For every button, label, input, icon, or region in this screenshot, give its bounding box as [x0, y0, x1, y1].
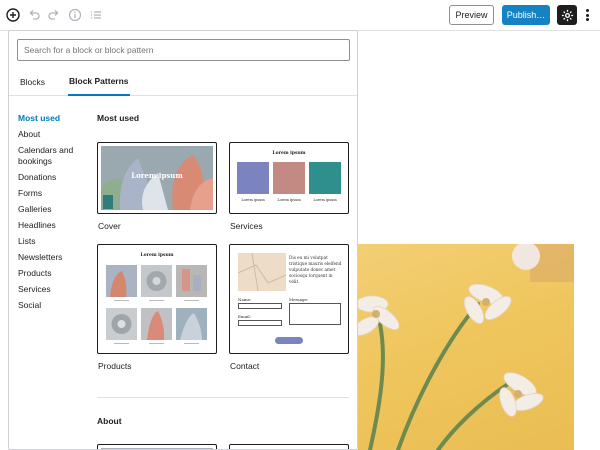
block-inserter-panel: Search for a block or block pattern Bloc…: [8, 30, 358, 450]
contact-preview-text: Dis eu mi volutpat tristique mauris elei…: [289, 255, 342, 284]
pattern-card-products[interactable]: Lorem ipsum: [97, 244, 217, 354]
category-forms[interactable]: Forms: [18, 188, 88, 199]
section-divider: [97, 397, 349, 398]
category-social[interactable]: Social: [18, 300, 88, 311]
category-calendars[interactable]: Calendars and bookings: [18, 145, 88, 167]
section-title-most-used: Most used: [97, 113, 140, 123]
more-icon[interactable]: [582, 6, 592, 24]
preview-button[interactable]: Preview: [449, 5, 494, 25]
tab-blocks[interactable]: Blocks: [20, 67, 45, 96]
search-input[interactable]: Search for a block or block pattern: [17, 39, 350, 61]
info-icon[interactable]: [66, 6, 84, 24]
contact-submit-button: [275, 337, 303, 344]
category-lists[interactable]: Lists: [18, 236, 88, 247]
plus-icon[interactable]: [4, 6, 22, 24]
undo-icon[interactable]: [25, 6, 43, 24]
pattern-label-contact: Contact: [230, 361, 260, 371]
services-caption-2: Lorem ipsum: [277, 198, 301, 202]
pattern-card-services[interactable]: Lorem ipsum Lorem ipsum Lorem ipsum Lore…: [229, 142, 349, 214]
services-caption-3: Lorem ipsum: [313, 198, 337, 202]
pattern-label-products: Products: [98, 361, 132, 371]
pattern-label-services: Services: [230, 221, 263, 231]
category-newsletters[interactable]: Newsletters: [18, 252, 88, 263]
services-swatch-3: [309, 162, 341, 194]
contact-email-field: [238, 320, 282, 326]
category-donations[interactable]: Donations: [18, 172, 88, 183]
category-services[interactable]: Services: [18, 284, 88, 295]
pattern-categories: Most used About Calendars and bookings D…: [18, 113, 88, 316]
pattern-card-about-2[interactable]: [229, 444, 349, 449]
publish-button[interactable]: Publish…: [502, 5, 550, 25]
contact-name-label: Name:: [238, 297, 252, 302]
category-products[interactable]: Products: [18, 268, 88, 279]
contact-email-label: Email:: [238, 314, 252, 319]
tab-block-patterns[interactable]: Block Patterns: [68, 67, 130, 96]
editor-toolbar: Preview Publish…: [0, 0, 600, 31]
settings-button[interactable]: [557, 5, 577, 25]
section-title-about: About: [97, 416, 122, 426]
pattern-label-cover: Cover: [98, 221, 121, 231]
cover-preview-title: Lorem ipsum: [131, 171, 183, 180]
redo-icon[interactable]: [45, 6, 63, 24]
contact-message-label: Message:: [289, 297, 309, 302]
pattern-card-contact[interactable]: Dis eu mi volutpat tristique mauris elei…: [229, 244, 349, 354]
contact-name-field: [238, 303, 282, 309]
products-preview: [106, 265, 207, 344]
cover-image[interactable]: [358, 244, 574, 450]
category-galleries[interactable]: Galleries: [18, 204, 88, 215]
inserter-tabs: Blocks Block Patterns: [9, 67, 357, 96]
services-swatch-2: [273, 162, 305, 194]
services-caption-1: Lorem ipsum: [241, 198, 265, 202]
pattern-card-about-1[interactable]: [97, 444, 217, 449]
services-swatch-1: [237, 162, 269, 194]
list-view-icon[interactable]: [87, 6, 105, 24]
services-preview-heading: Lorem ipsum: [272, 151, 306, 156]
gear-icon: [561, 9, 573, 21]
category-most-used[interactable]: Most used: [18, 113, 88, 124]
contact-map-image: [238, 253, 286, 291]
category-headlines[interactable]: Headlines: [18, 220, 88, 231]
category-about[interactable]: About: [18, 129, 88, 140]
pattern-card-cover[interactable]: Lorem ipsum: [97, 142, 217, 214]
contact-message-field: [289, 303, 341, 325]
